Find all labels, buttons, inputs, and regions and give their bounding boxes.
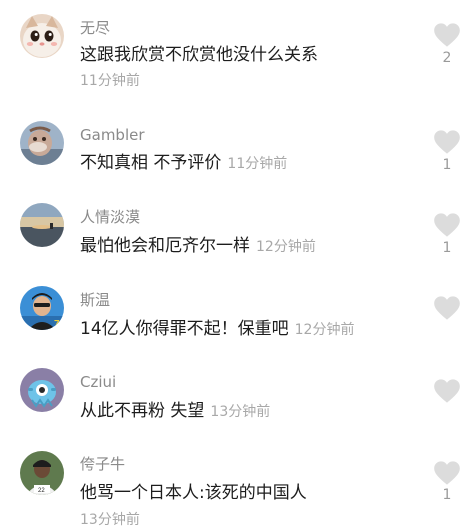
- comment-line: 不知真相 不予评价 11分钟前: [80, 152, 287, 175]
- like-heart-icon[interactable]: [433, 212, 461, 238]
- comment-text: 不知真相 不予评价: [80, 153, 222, 173]
- comment-time: 12分钟前: [294, 322, 355, 338]
- person-avatar-icon[interactable]: 7: [20, 286, 64, 330]
- comment-time: 12分钟前: [256, 239, 316, 255]
- cat-avatar-icon[interactable]: [20, 14, 64, 58]
- like-count: 1: [442, 240, 452, 256]
- comment-time: 13分钟前: [210, 404, 271, 420]
- comment-username[interactable]: 人情淡漠: [80, 208, 140, 226]
- comment-time: 11分钟前: [80, 73, 140, 89]
- comment-text: 他骂一个日本人:该死的中国人: [80, 483, 307, 503]
- svg-text:22: 22: [38, 488, 45, 494]
- comment-username[interactable]: 无尽: [80, 19, 110, 37]
- cartoon-avatar-icon[interactable]: [20, 121, 64, 165]
- comment-username[interactable]: 侉子牛: [80, 455, 125, 473]
- comment-time: 13分钟前: [80, 512, 140, 528]
- comment-text: 最怕他会和厄齐尔一样: [80, 236, 250, 256]
- comment-username[interactable]: Cziui: [80, 373, 116, 391]
- comment-line: 从此不再粉 失望 13分钟前: [80, 400, 270, 423]
- comment-line: 14亿人你得罪不起！保重吧 12分钟前: [80, 318, 354, 341]
- like-heart-icon[interactable]: [433, 460, 461, 486]
- comment-text: 这跟我欣赏不欣赏他没什么关系: [80, 45, 318, 65]
- like-heart-icon[interactable]: [433, 295, 461, 321]
- comment-time: 11分钟前: [227, 156, 288, 172]
- monster-avatar-icon[interactable]: [20, 368, 64, 412]
- comment-text: 从此不再粉 失望: [80, 401, 205, 421]
- player-avatar-icon[interactable]: 22: [20, 451, 64, 495]
- like-heart-icon[interactable]: [433, 22, 461, 48]
- comment-username[interactable]: Gambler: [80, 126, 145, 144]
- like-heart-icon[interactable]: [433, 378, 461, 404]
- comment-text: 14亿人你得罪不起！保重吧: [80, 319, 289, 339]
- like-count: 2: [442, 50, 452, 66]
- like-count: 1: [442, 157, 452, 173]
- comment-username[interactable]: 斯温: [80, 291, 110, 309]
- like-heart-icon[interactable]: [433, 129, 461, 155]
- svg-text:7: 7: [54, 319, 60, 330]
- sunset-avatar-icon[interactable]: [20, 203, 64, 247]
- comment-line: 最怕他会和厄齐尔一样 12分钟前: [80, 235, 316, 258]
- like-count: 1: [442, 487, 452, 503]
